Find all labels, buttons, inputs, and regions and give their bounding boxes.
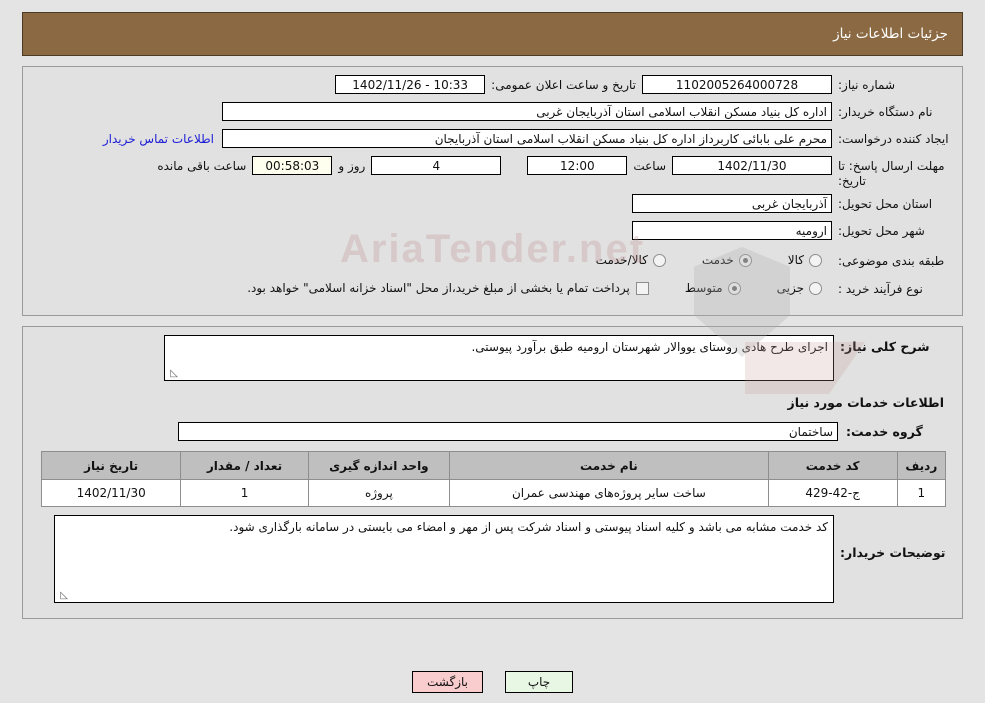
- cell-radif: 1: [896, 479, 947, 507]
- page-root: جزئیات اطلاعات نیاز شماره نیاز: 11020052…: [0, 12, 985, 703]
- row-service-group: گروه خدمت: ساختمان: [33, 422, 952, 441]
- treasury-checkbox-group[interactable]: پرداخت تمام یا بخشی از مبلغ خرید،از محل …: [247, 281, 649, 295]
- buyer-notes-textarea[interactable]: کد خدمت مشابه می باشد و کلیه اسناد پیوست…: [54, 515, 834, 603]
- row-request-creator: ایجاد کننده درخواست: محرم علی بابائی کار…: [33, 129, 952, 151]
- row-need-summary: شرح کلی نیاز: اجرای طرح هادی روستای یووا…: [33, 335, 952, 381]
- need-number-value: 1102005264000728: [642, 75, 832, 94]
- page-title: جزئیات اطلاعات نیاز: [833, 26, 948, 42]
- buyer-notes-text: کد خدمت مشابه می باشد و کلیه اسناد پیوست…: [229, 520, 828, 534]
- classification-option-khedmat[interactable]: خدمت: [702, 253, 752, 267]
- col-header-qty: تعداد / مقدار: [180, 451, 309, 480]
- buyer-contact-link[interactable]: اطلاعات تماس خریدار: [103, 129, 214, 146]
- deadline-time-value: 12:00: [527, 156, 628, 175]
- radio-icon-kala[interactable]: [809, 253, 822, 267]
- service-items-table: ردیف کد خدمت نام خدمت واحد اندازه گیری ت…: [40, 451, 947, 507]
- services-section-heading: اطلاعات خدمات مورد نیاز: [787, 395, 945, 410]
- countdown-suffix-label: ساعت باقی مانده: [157, 159, 247, 173]
- radio-icon-kala-khedmat[interactable]: [652, 253, 666, 267]
- cell-qty: 1: [180, 479, 309, 507]
- back-button[interactable]: بازگشت: [412, 671, 483, 693]
- row-city: شهر محل تحویل: ارومیه: [33, 221, 952, 243]
- classification-option-khedmat-label: خدمت: [701, 253, 734, 267]
- print-button[interactable]: چاپ: [505, 671, 573, 693]
- process-option-jozii-label: جزیی: [776, 281, 804, 295]
- announce-value: 10:33 - 1402/11/26: [335, 75, 486, 94]
- buyer-notes-label: توضیحات خریدار:: [840, 545, 946, 560]
- row-deadline: مهلت ارسال پاسخ: تا تاریخ: 1402/11/30 سا…: [33, 156, 952, 189]
- province-label: استان محل تحویل:: [838, 197, 933, 211]
- summary-textarea[interactable]: اجرای طرح هادی روستای یووالار شهرستان ار…: [164, 335, 834, 381]
- province-value: آذربایجان غربی: [632, 194, 832, 213]
- need-detail-panel: شرح کلی نیاز: اجرای طرح هادی روستای یووا…: [22, 326, 963, 619]
- need-summary-panel: شماره نیاز: 1102005264000728 تاریخ و ساع…: [22, 66, 963, 316]
- cell-date: 1402/11/30: [40, 479, 182, 507]
- radio-icon-jozii[interactable]: [809, 281, 822, 295]
- city-value: ارومیه: [632, 221, 832, 240]
- resize-grip-icon[interactable]: ◺: [168, 369, 178, 379]
- row-classification: طبقه بندی موضوعی: کالا خدمت کالا/خدمت: [33, 248, 952, 272]
- cell-name: ساخت سایر پروژه‌های مهندسی عمران: [449, 479, 769, 507]
- process-label: نوع فرآیند خرید :: [838, 282, 923, 296]
- footer-actions: چاپ بازگشت: [0, 671, 985, 693]
- city-label: شهر محل تحویل:: [838, 224, 925, 238]
- days-remaining-value: 4: [371, 156, 502, 175]
- radio-icon-khedmat[interactable]: [738, 253, 752, 267]
- col-header-code: کد خدمت: [767, 451, 898, 480]
- row-buyer-org: نام دستگاه خریدار: اداره کل بنیاد مسکن ا…: [33, 102, 952, 124]
- service-group-value: ساختمان: [178, 422, 838, 441]
- cell-code: ج-42-429: [767, 479, 898, 507]
- classification-option-kala[interactable]: کالا: [788, 253, 822, 267]
- classification-option-kala-label: کالا: [787, 253, 804, 267]
- classification-option-kala-khedmat-label: کالا/خدمت: [595, 253, 648, 267]
- buyer-org-label: نام دستگاه خریدار:: [838, 105, 933, 119]
- col-header-date: تاریخ نیاز: [40, 451, 182, 480]
- creator-label: ایجاد کننده درخواست:: [838, 132, 949, 146]
- creator-value: محرم علی بابائی کاربرداز اداره کل بنیاد …: [222, 129, 832, 148]
- process-option-jozii[interactable]: جزیی: [777, 281, 822, 295]
- table-row: 1 ج-42-429 ساخت سایر پروژه‌های مهندسی عم…: [40, 479, 947, 507]
- classification-label: طبقه بندی موضوعی:: [838, 254, 945, 268]
- buyer-org-value: اداره کل بنیاد مسکن انقلاب اسلامی استان …: [222, 102, 832, 121]
- page-header: جزئیات اطلاعات نیاز: [22, 12, 963, 56]
- resize-grip-icon-notes[interactable]: ◺: [58, 591, 68, 601]
- radio-icon-motevaset[interactable]: [727, 281, 741, 295]
- table-header-row: ردیف کد خدمت نام خدمت واحد اندازه گیری ت…: [40, 451, 947, 480]
- need-number-label: شماره نیاز:: [838, 78, 895, 92]
- summary-label: شرح کلی نیاز:: [840, 339, 930, 354]
- treasury-checkbox-label: پرداخت تمام یا بخشی از مبلغ خرید،از محل …: [247, 281, 630, 295]
- process-option-motevaset-label: متوسط: [684, 281, 723, 295]
- row-province: استان محل تحویل: آذربایجان غربی: [33, 194, 952, 216]
- service-group-label: گروه خدمت:: [846, 424, 923, 439]
- col-header-unit: واحد اندازه گیری: [307, 451, 451, 480]
- col-header-name: نام خدمت: [449, 451, 769, 480]
- process-option-motevaset[interactable]: متوسط: [685, 281, 741, 295]
- row-purchase-process: نوع فرآیند خرید : جزیی متوسط پرداخت تمام…: [33, 276, 952, 300]
- col-header-radif: ردیف: [896, 451, 947, 480]
- deadline-date-value: 1402/11/30: [672, 156, 832, 175]
- countdown-value: 00:58:03: [252, 156, 333, 175]
- checkbox-icon-treasury[interactable]: [635, 281, 649, 295]
- cell-unit: پروژه: [307, 479, 451, 507]
- deadline-label: مهلت ارسال پاسخ: تا تاریخ:: [838, 159, 945, 188]
- hour-label: ساعت: [633, 159, 666, 173]
- classification-option-kala-khedmat[interactable]: کالا/خدمت: [596, 253, 666, 267]
- row-buyer-notes: توضیحات خریدار: کد خدمت مشابه می باشد و …: [33, 515, 952, 603]
- announce-label: تاریخ و ساعت اعلان عمومی:: [491, 78, 636, 92]
- row-need-number: شماره نیاز: 1102005264000728 تاریخ و ساع…: [33, 75, 952, 97]
- days-suffix-label: روز و: [338, 159, 366, 173]
- summary-text: اجرای طرح هادی روستای یووالار شهرستان ار…: [471, 340, 828, 354]
